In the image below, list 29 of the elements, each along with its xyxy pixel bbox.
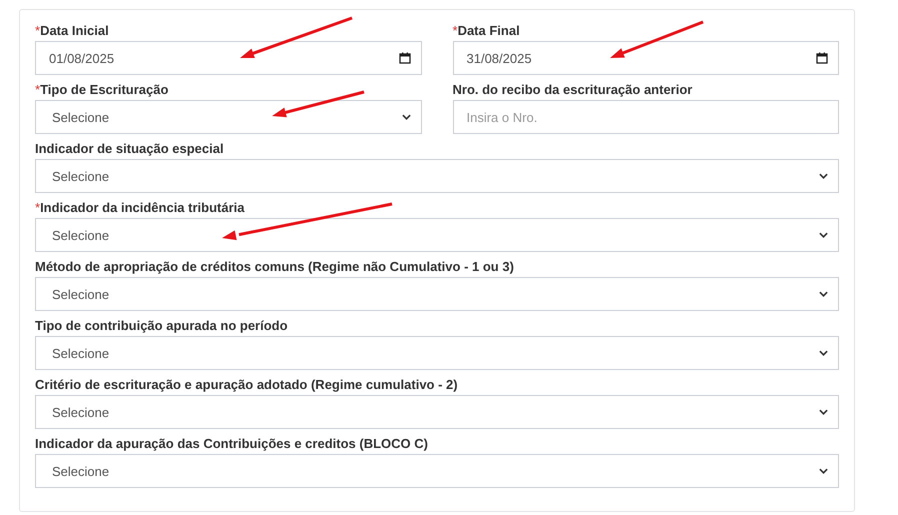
field-label: *Tipo de Escrituração [35, 81, 168, 99]
select-dropdown[interactable]: Selecione [35, 336, 839, 370]
calendar-icon[interactable] [398, 52, 410, 64]
field-label: Tipo de contribuição apurada no período [35, 317, 288, 335]
select-dropdown[interactable]: Selecione [35, 277, 839, 311]
select-dropdown[interactable]: Selecione [35, 454, 839, 488]
field-label: *Indicador da incidência tributária [35, 199, 244, 217]
select-dropdown[interactable]: Selecione [35, 159, 839, 193]
field-label: Método de apropriação de créditos comuns (Regime não Cumulativo - 1 ou 3) [35, 258, 514, 276]
chevron-down-icon [819, 232, 828, 238]
field-label: *Data Inicial [35, 22, 109, 40]
field-label: *Data Final [452, 22, 520, 40]
input-field[interactable]: Insira o Nro. [452, 100, 839, 134]
chevron-down-icon [819, 173, 828, 179]
chevron-down-icon [819, 409, 828, 415]
select-dropdown[interactable]: Selecione [35, 395, 839, 429]
select-dropdown[interactable]: Selecione [35, 218, 839, 252]
field-label: Indicador da apuração das Contribuições e creditos (BLOCO C) [35, 435, 428, 453]
chevron-down-icon [819, 468, 828, 474]
select-dropdown[interactable]: Selecione [35, 100, 422, 134]
field-label: Critério de escrituração e apuração adotado (Regime cumulativo - 2) [35, 376, 458, 394]
chevron-down-icon [819, 291, 828, 297]
chevron-down-icon [819, 350, 828, 356]
date-field[interactable]: 01/08/2025 [35, 41, 422, 75]
field-label: Nro. do recibo da escrituração anterior [452, 81, 692, 99]
field-label: Indicador de situação especial [35, 140, 224, 158]
calendar-icon[interactable] [816, 52, 828, 64]
date-field[interactable]: 31/08/2025 [452, 41, 839, 75]
chevron-down-icon [402, 114, 410, 120]
